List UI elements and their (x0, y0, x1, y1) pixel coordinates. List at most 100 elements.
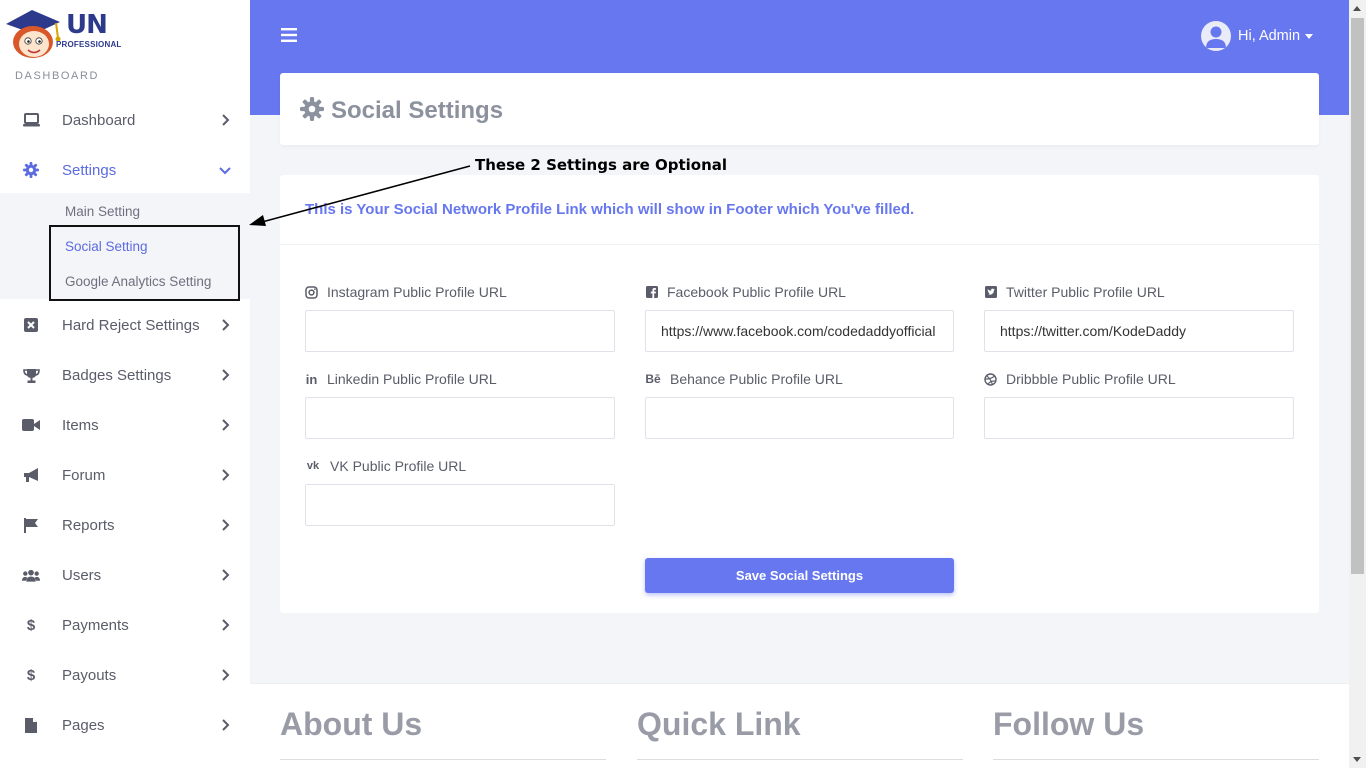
flag-icon (22, 516, 40, 534)
annotation-arrow (249, 165, 471, 226)
sidebar-item-label: Badges Settings (62, 366, 172, 384)
footer-divider (993, 759, 1319, 760)
behance-icon: Bē (645, 372, 661, 386)
trophy-icon (22, 366, 40, 384)
hamburger-menu-icon[interactable] (281, 27, 297, 43)
sidebar-item-payouts[interactable]: $ Payouts (0, 650, 250, 700)
annotation-text: These 2 Settings are Optional (475, 156, 728, 174)
user-menu[interactable]: Hi, Admin (1201, 21, 1314, 51)
facebook-icon (645, 286, 658, 299)
sidebar-item-label: Pages (62, 716, 105, 734)
linkedin-url-input[interactable] (305, 397, 615, 439)
dribbble-url-input[interactable] (984, 397, 1294, 439)
sidebar-item-hard-reject-settings[interactable]: Hard Reject Settings (0, 300, 250, 350)
linkedin-label: in Linkedin Public Profile URL (305, 371, 497, 387)
chevron-right-icon (222, 319, 230, 331)
submenu-item-main-setting[interactable]: Main Setting (65, 204, 140, 219)
page-title-card: Social Settings (280, 73, 1319, 145)
sidebar-heading: DASHBOARD (15, 70, 100, 82)
annotation-highlight-box (49, 225, 240, 301)
linkedin-icon: in (305, 371, 318, 387)
footer-heading-about: About Us (280, 706, 423, 742)
gear-icon (300, 97, 324, 121)
save-social-settings-button[interactable]: Save Social Settings (645, 558, 954, 593)
footer-heading-quick-link: Quick Link (637, 706, 801, 742)
facebook-url-input[interactable] (645, 310, 954, 352)
sidebar-item-items[interactable]: Items (0, 400, 250, 450)
scrollbar[interactable] (1349, 0, 1366, 768)
vk-label-text: VK Public Profile URL (330, 458, 467, 474)
twitter-label-text: Twitter Public Profile URL (1006, 284, 1165, 300)
instagram-url-input[interactable] (305, 310, 615, 352)
scroll-down-icon[interactable] (1353, 757, 1361, 762)
behance-url-input[interactable] (645, 397, 954, 439)
sidebar-item-settings[interactable]: Settings (0, 145, 250, 195)
laptop-icon (22, 111, 40, 129)
behance-label: Bē Behance Public Profile URL (645, 371, 843, 387)
sidebar-item-label: Dashboard (62, 111, 136, 129)
dribbble-label: Dribbble Public Profile URL (984, 371, 1176, 387)
twitter-url-input[interactable] (984, 310, 1294, 352)
sidebar-item-reports[interactable]: Reports (0, 500, 250, 550)
video-icon (22, 416, 40, 434)
twitter-icon (984, 286, 997, 299)
mascot-icon (6, 10, 61, 58)
megaphone-icon (22, 466, 40, 484)
scroll-up-icon[interactable] (1353, 6, 1361, 11)
user-greeting: Hi, Admin (1238, 28, 1301, 44)
facebook-label: Facebook Public Profile URL (645, 284, 846, 300)
sidebar-item-dashboard[interactable]: Dashboard (0, 95, 250, 145)
footer-divider (280, 759, 606, 760)
instagram-label: Instagram Public Profile URL (305, 284, 507, 300)
sidebar-item-forum[interactable]: Forum (0, 450, 250, 500)
instagram-label-text: Instagram Public Profile URL (327, 284, 507, 300)
social-settings-card: This is Your Social Network Profile Link… (280, 175, 1319, 613)
chevron-right-icon (222, 669, 230, 681)
brand-logo[interactable]: UN PROFESSIONAL (4, 6, 124, 60)
chevron-down-icon (219, 167, 231, 175)
footer-divider (637, 759, 963, 760)
chevron-right-icon (222, 419, 230, 431)
chevron-right-icon (222, 469, 230, 481)
logo-subtext: PROFESSIONAL (56, 40, 122, 49)
dribbble-icon (984, 372, 997, 386)
avatar (1201, 21, 1231, 51)
gear-icon (22, 161, 40, 179)
sidebar-item-label: Settings (62, 161, 117, 179)
users-icon (22, 566, 40, 584)
sidebar-item-payments[interactable]: $ Payments (0, 600, 250, 650)
vk-url-input[interactable] (305, 484, 615, 526)
sidebar-item-label: Items (62, 416, 99, 434)
behance-label-text: Behance Public Profile URL (670, 371, 843, 387)
chevron-right-icon (222, 569, 230, 581)
twitter-label: Twitter Public Profile URL (984, 284, 1165, 300)
caret-down-icon (1305, 33, 1314, 39)
scrollbar-thumb[interactable] (1351, 18, 1364, 574)
logo-text: UN (66, 10, 108, 40)
chevron-right-icon (222, 619, 230, 631)
sidebar-item-badges-settings[interactable]: Badges Settings (0, 350, 250, 400)
footer-heading-follow-us: Follow Us (993, 706, 1145, 742)
vk-label: vk VK Public Profile URL (305, 458, 466, 474)
page-title: Social Settings (331, 97, 504, 124)
sidebar: UN PROFESSIONAL DASHBOARD Dashboard Sett… (0, 0, 250, 768)
sidebar-item-label: Reports (62, 516, 115, 534)
dribbble-label-text: Dribbble Public Profile URL (1006, 371, 1176, 387)
footer: About Us Quick Link Follow Us (250, 683, 1349, 768)
sidebar-item-label: Payouts (62, 666, 117, 684)
linkedin-label-text: Linkedin Public Profile URL (327, 371, 497, 387)
dollar-icon: $ (26, 666, 36, 684)
sidebar-item-label: Hard Reject Settings (62, 316, 200, 334)
sidebar-item-label: Payments (62, 616, 129, 634)
square-x-icon (22, 316, 40, 334)
chevron-right-icon (222, 519, 230, 531)
chevron-right-icon (222, 369, 230, 381)
sidebar-item-pages[interactable]: Pages (0, 700, 250, 750)
instagram-icon (305, 285, 318, 299)
sidebar-item-users[interactable]: Users (0, 550, 250, 600)
dollar-icon: $ (26, 616, 36, 634)
facebook-label-text: Facebook Public Profile URL (667, 284, 846, 300)
file-icon (22, 716, 40, 734)
chevron-right-icon (222, 719, 230, 731)
sidebar-item-label: Users (62, 566, 102, 584)
